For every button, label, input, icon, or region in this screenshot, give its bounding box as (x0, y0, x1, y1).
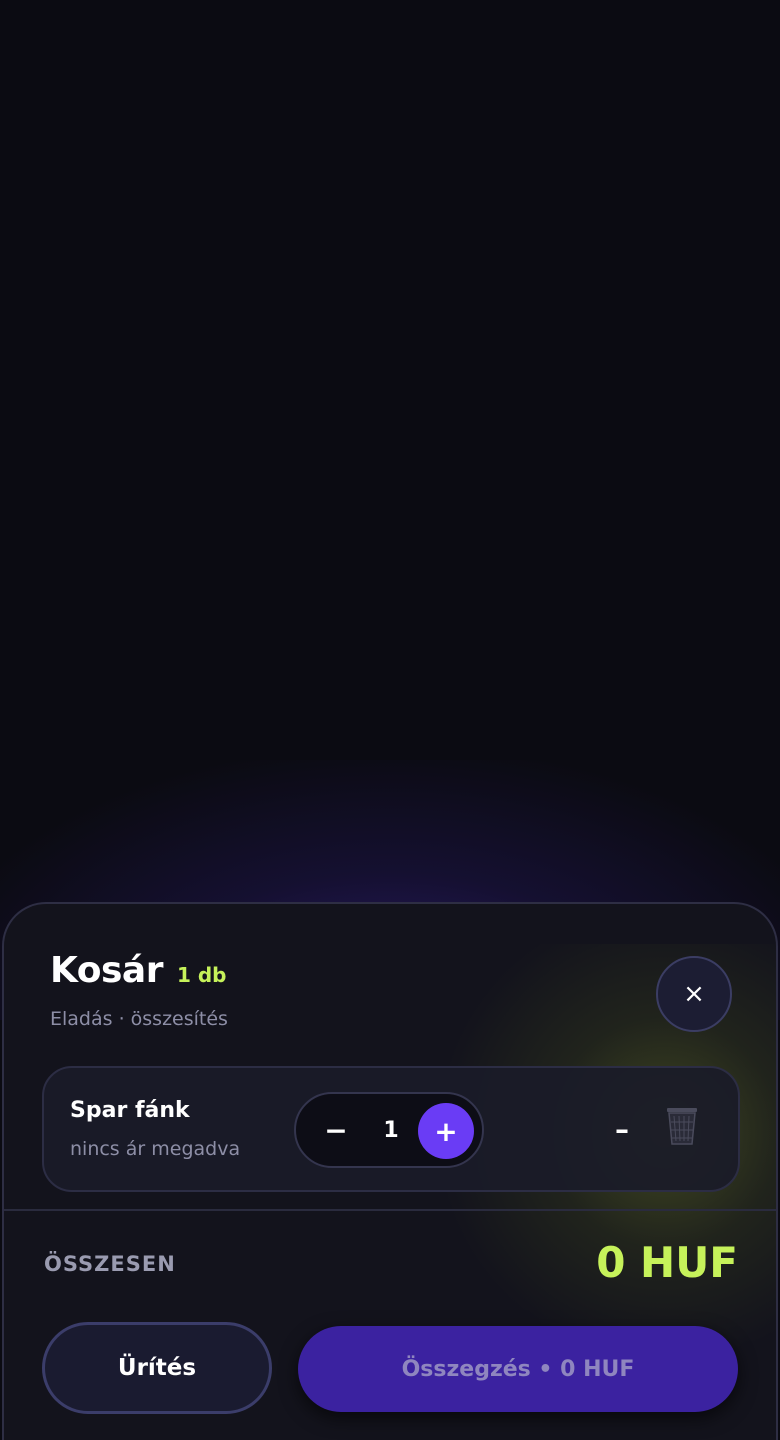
screen: Kosár 1 db Eladás · összesítés × Spar fá… (0, 0, 780, 1440)
item-name: Spar fánk (70, 1098, 190, 1123)
increase-quantity-button[interactable]: + (418, 1103, 474, 1159)
cart-count-badge: 1 db (176, 963, 227, 987)
quantity-value: 1 (383, 1117, 399, 1143)
trash-icon (667, 1108, 697, 1145)
total-value: 0 HUF (596, 1238, 738, 1287)
cart-item: Spar fánk nincs ár megadva − 1 + – (42, 1066, 740, 1192)
cart-sheet: Kosár 1 db Eladás · összesítés × Spar fá… (2, 902, 778, 1440)
item-price-note: nincs ár megadva (70, 1138, 241, 1160)
total-label: ÖSSZESEN (44, 1252, 176, 1276)
quantity-stepper: − 1 + (294, 1092, 484, 1168)
divider (4, 1209, 776, 1211)
delete-item-button[interactable] (662, 1106, 702, 1150)
cart-header: Kosár 1 db (50, 950, 227, 991)
clear-cart-button[interactable]: Ürítés (42, 1322, 272, 1414)
cart-title: Kosár (50, 950, 163, 991)
close-button[interactable]: × (656, 956, 732, 1032)
checkout-button[interactable]: Összegzés • 0 HUF (298, 1326, 738, 1412)
close-icon: × (683, 979, 705, 1009)
decrease-quantity-button[interactable]: − (310, 1104, 362, 1156)
item-line-total: – (615, 1112, 629, 1146)
cart-subtitle: Eladás · összesítés (50, 1008, 228, 1030)
